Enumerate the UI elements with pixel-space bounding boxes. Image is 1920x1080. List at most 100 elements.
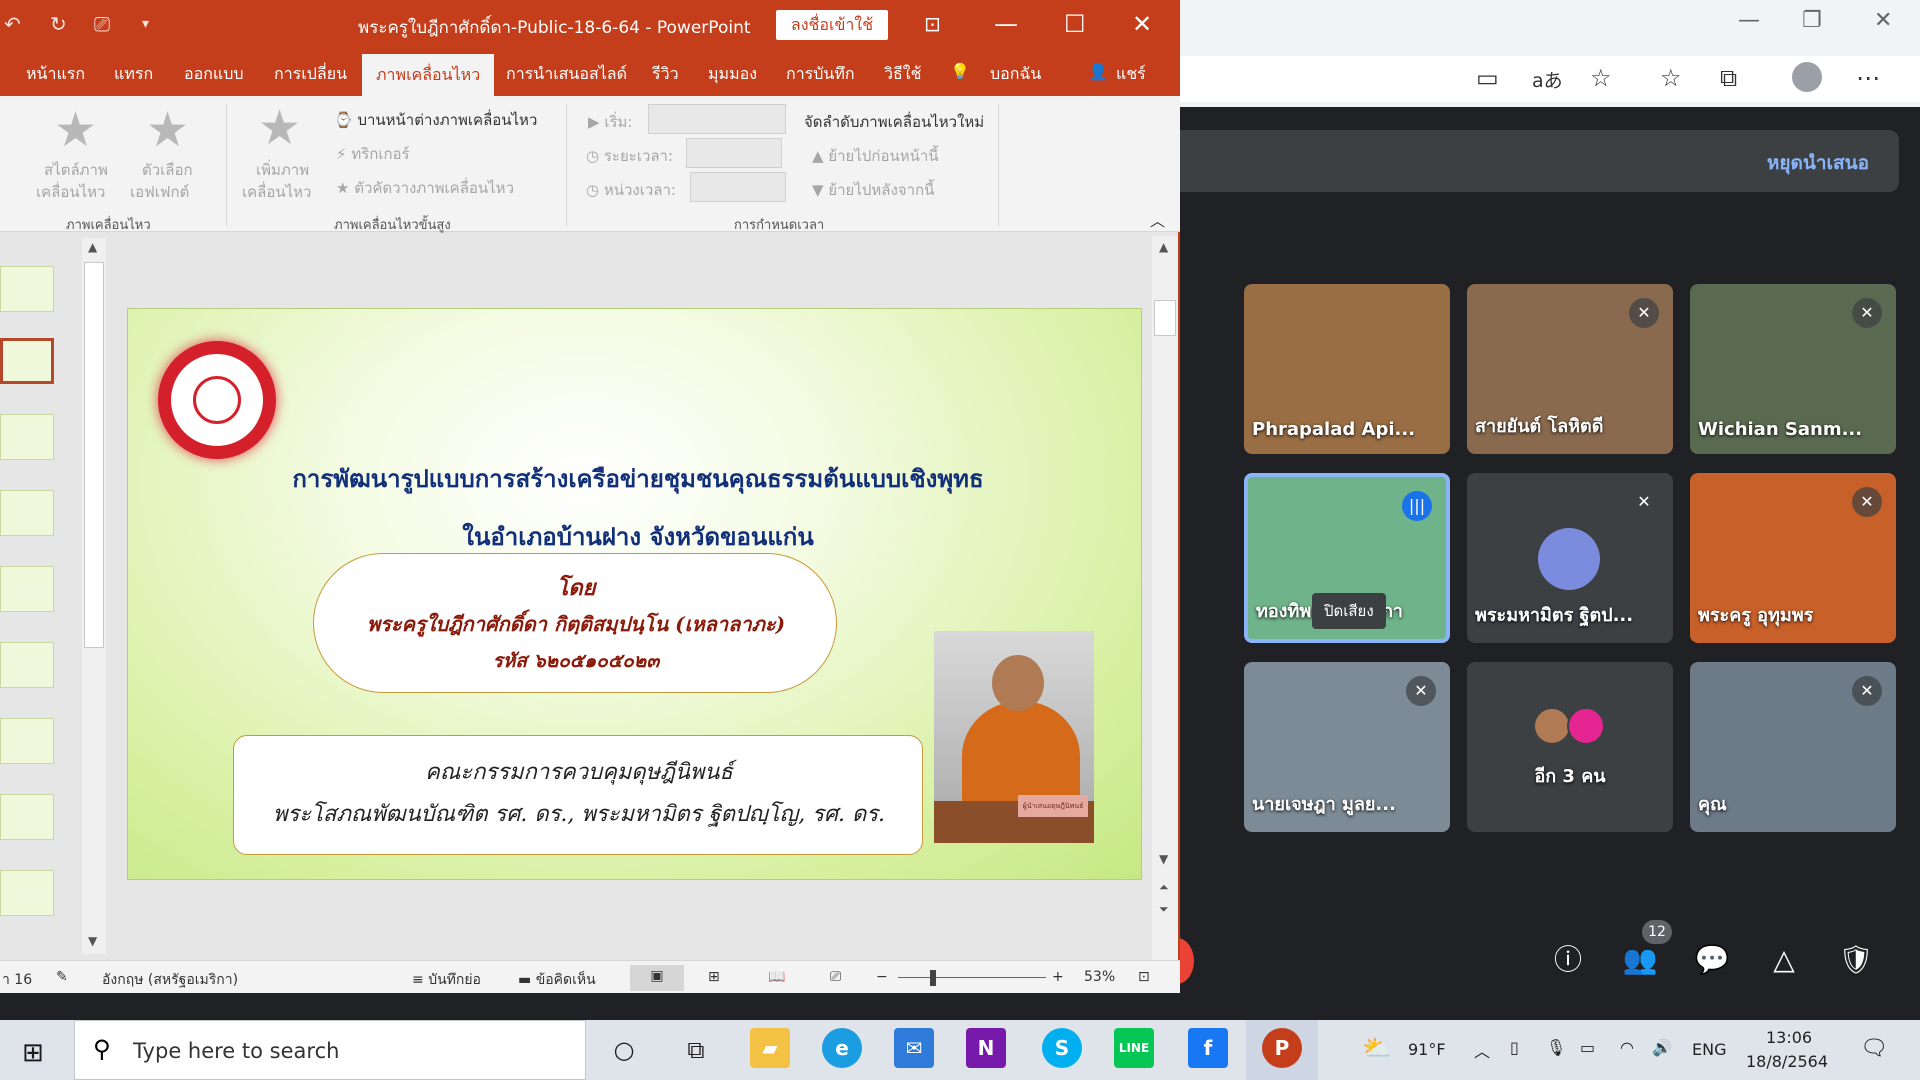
slide-sorter-icon[interactable]: ⊞ <box>708 969 720 985</box>
collections-icon[interactable]: ⧉ <box>1720 64 1737 92</box>
clock-date[interactable]: 18/8/2564 <box>1746 1052 1828 1071</box>
slide-thumbnail[interactable] <box>0 566 54 612</box>
line-icon[interactable]: LINE <box>1114 1028 1154 1068</box>
redo-icon[interactable]: ↻ <box>50 12 67 36</box>
maximize-icon[interactable]: ☐ <box>1064 10 1086 38</box>
more-icon[interactable]: ⋯ <box>1856 64 1880 92</box>
customize-toolbar-icon[interactable]: ▾ <box>142 16 149 32</box>
participant-tile[interactable]: อีก 3 คน <box>1467 662 1673 832</box>
edge-icon[interactable]: e <box>822 1028 862 1068</box>
next-slide-icon[interactable]: ⏷ <box>1159 902 1169 917</box>
zoom-level[interactable]: 53% <box>1084 969 1115 985</box>
wifi-icon[interactable]: ◠ <box>1620 1038 1634 1057</box>
camera-icon[interactable]: ▭ <box>1476 64 1499 92</box>
notification-icon[interactable]: 🗨 <box>1860 1036 1888 1061</box>
undo-icon[interactable]: ↶ <box>4 12 21 36</box>
participant-tile[interactable]: ✕ สายยันต์ โลหิตดี <box>1467 284 1673 454</box>
start-select[interactable] <box>648 104 786 134</box>
add-animation-button[interactable]: เพิ่มภาพ <box>256 158 309 182</box>
weather-temp[interactable]: 91°F <box>1408 1040 1446 1059</box>
battery-icon[interactable]: ▭ <box>1580 1038 1595 1057</box>
animation-pane-button[interactable]: ⌚ บานหน้าต่างภาพเคลื่อนไหว <box>334 108 537 132</box>
participant-tile[interactable]: ✕ พระครู อุทุมพร <box>1690 473 1896 643</box>
participant-tile[interactable]: ✕ นายเจษฎา มูลย... <box>1244 662 1450 832</box>
slide-title-line1[interactable]: การพัฒนารูปแบบการสร้างเครือข่ายชุมชนคุณธ… <box>188 459 1088 498</box>
close-icon[interactable]: ✕ <box>1874 8 1892 33</box>
participant-tile[interactable]: ✕ พระมหามิตร ฐิตป... <box>1467 473 1673 643</box>
tray-device-icon[interactable]: ▯ <box>1510 1038 1519 1057</box>
input-language[interactable]: ENG <box>1692 1040 1726 1059</box>
slide-canvas[interactable]: การพัฒนารูปแบบการสร้างเครือข่ายชุมชนคุณธ… <box>127 308 1142 880</box>
close-icon[interactable]: ✕ <box>1132 10 1152 38</box>
animation-painter-button[interactable]: ★ ตัวคัดวางภาพเคลื่อนไหว <box>336 176 514 200</box>
reading-view-icon[interactable]: 📖 <box>768 969 785 985</box>
info-icon[interactable]: ⓘ <box>1550 942 1586 978</box>
slide-thumbnail[interactable] <box>0 870 54 916</box>
powerpoint-icon[interactable]: P <box>1262 1028 1302 1068</box>
restore-icon[interactable]: ❐ <box>1802 8 1822 33</box>
tab-insert[interactable]: แทรก <box>114 62 153 87</box>
tab-review[interactable]: รีวิว <box>652 62 679 87</box>
notes-button[interactable]: ≡ บันทึกย่อ <box>412 969 481 991</box>
participant-tile[interactable]: ✕ คุณ <box>1690 662 1896 832</box>
ribbon-display-icon[interactable]: ⊡ <box>924 12 941 36</box>
slide-title-line2[interactable]: ในอำเภอบ้านฝาง จังหวัดขอนแก่น <box>188 517 1088 556</box>
comments-button[interactable]: ▬ ข้อคิดเห็น <box>518 969 596 991</box>
add-favorite-icon[interactable]: ☆ <box>1590 64 1612 92</box>
slide-thumbnail[interactable] <box>0 414 54 460</box>
minimize-icon[interactable]: — <box>994 10 1018 38</box>
tab-home[interactable]: หน้าแรก <box>26 62 85 87</box>
scroll-thumb[interactable] <box>1154 300 1176 336</box>
animation-styles-button[interactable]: สไตล์ภาพ <box>44 158 108 182</box>
slide-thumbnail-selected[interactable] <box>0 338 54 384</box>
delay-input[interactable] <box>690 172 786 202</box>
fit-to-window-icon[interactable]: ⊡ <box>1138 969 1150 985</box>
slide-thumbnail[interactable] <box>0 490 54 536</box>
tell-me-search[interactable]: บอกฉัน <box>990 62 1041 87</box>
file-explorer-icon[interactable]: ▰ <box>750 1028 790 1068</box>
tab-design[interactable]: ออกแบบ <box>184 62 244 87</box>
slide-thumbnail[interactable] <box>0 642 54 688</box>
chat-icon[interactable]: 💬 <box>1694 942 1730 978</box>
thumbnail-scrollbar[interactable]: ▲ ▼ <box>82 238 106 954</box>
task-view-icon[interactable]: ⧉ <box>676 1030 716 1070</box>
normal-view-icon[interactable]: ▣ <box>630 965 684 991</box>
stop-presenting-button[interactable]: หยุดนำเสนอ <box>1767 148 1869 178</box>
cortana-icon[interactable]: ○ <box>604 1030 644 1070</box>
participant-tile[interactable]: Phrapalad Api... <box>1244 284 1450 454</box>
zoom-slider-knob[interactable] <box>930 970 936 986</box>
favorites-icon[interactable]: ☆ <box>1660 64 1682 92</box>
slide-scrollbar[interactable]: ▲ ▼ ⏶ ⏷ <box>1152 236 1178 960</box>
minimize-icon[interactable]: — <box>1738 8 1760 33</box>
mail-icon[interactable]: ✉ <box>894 1028 934 1068</box>
scroll-up-icon[interactable]: ▲ <box>88 240 97 254</box>
move-later-button[interactable]: ▼ ย้ายไปหลังจากนี้ <box>812 178 934 202</box>
slide-thumbnail[interactable] <box>0 794 54 840</box>
participant-tile[interactable]: ||| ทองทิพย์ ไชยาสภา ปิดเสียง <box>1244 473 1450 643</box>
scroll-down-icon[interactable]: ▼ <box>88 934 97 948</box>
clock-time[interactable]: 13:06 <box>1766 1028 1812 1047</box>
collapse-ribbon-icon[interactable]: ︿ <box>1150 210 1165 231</box>
tab-recording[interactable]: การบันทึก <box>786 62 855 87</box>
tab-view[interactable]: มุมมอง <box>708 62 757 87</box>
zoom-out-icon[interactable]: − <box>876 969 888 985</box>
tab-transitions[interactable]: การเปลี่ยน <box>274 62 347 87</box>
language-indicator[interactable]: อังกฤษ (สหรัฐอเมริกา) <box>102 969 238 991</box>
slide-thumbnail[interactable] <box>0 718 54 764</box>
weather-icon[interactable]: ⛅ <box>1362 1034 1392 1062</box>
volume-icon[interactable]: 🔊 <box>1652 1038 1672 1057</box>
slideshow-icon[interactable]: ⎚ <box>830 969 841 985</box>
scroll-up-icon[interactable]: ▲ <box>1159 240 1168 254</box>
effect-options-button[interactable]: ตัวเลือก <box>142 158 193 182</box>
host-controls-icon[interactable]: 🛡 <box>1838 942 1874 978</box>
tab-animations[interactable]: ภาพเคลื่อนไหว <box>362 54 495 96</box>
scroll-thumb[interactable] <box>84 262 104 648</box>
participant-tile[interactable]: ✕ Wichian Sanm... <box>1690 284 1896 454</box>
slide-thumbnail[interactable] <box>0 266 54 312</box>
spellcheck-icon[interactable]: ✎ <box>56 969 68 985</box>
committee-box[interactable]: คณะกรรมการควบคุมดุษฎีนิพนธ์ พระโสภณพัฒนบ… <box>233 735 923 855</box>
facebook-icon[interactable]: f <box>1188 1028 1228 1068</box>
slide-number[interactable]: า 16 <box>2 969 32 991</box>
duration-input[interactable] <box>686 138 782 168</box>
presenter-photo[interactable]: ผู้นำเสนอดุษฎีนิพนธ์ <box>934 631 1094 843</box>
